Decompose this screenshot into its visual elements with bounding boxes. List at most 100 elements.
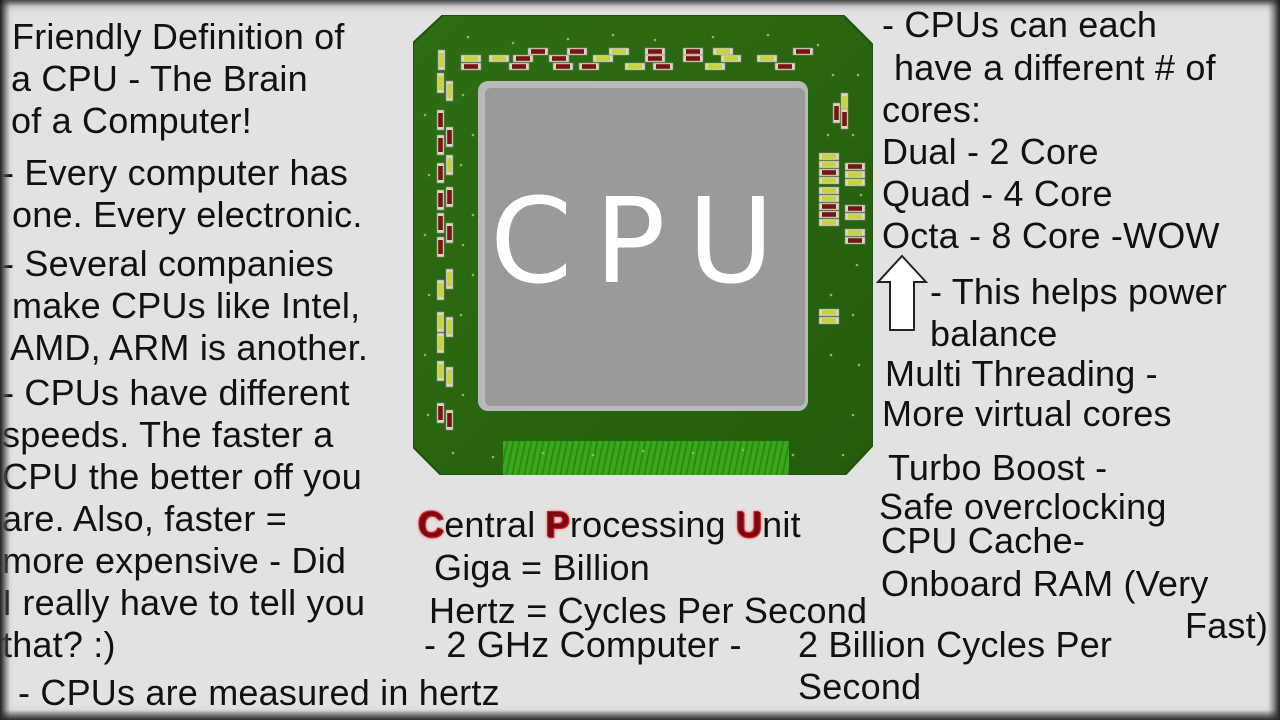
component-body: [848, 172, 862, 177]
component-body: [438, 364, 443, 378]
component-body: [724, 56, 738, 61]
solder-dot: [423, 113, 427, 117]
solder-dot: [641, 449, 645, 453]
cores-line-1: - CPUs can each: [882, 4, 1158, 45]
component-body: [516, 56, 530, 61]
component-body: [848, 230, 862, 235]
component-body: [438, 283, 443, 297]
multithreading-line-1: Multi Threading -: [885, 353, 1158, 394]
component-body: [447, 226, 452, 240]
solder-dot: [461, 393, 465, 397]
component-body: [822, 318, 836, 323]
acronym-rest-entral: entral: [444, 504, 546, 545]
component-body: [822, 212, 836, 217]
cores-line-3: cores:: [882, 89, 982, 130]
component-body: [438, 76, 443, 90]
solder-dot: [466, 35, 470, 39]
component-body: [447, 158, 452, 172]
solder-dot: [859, 193, 863, 197]
component-body: [438, 138, 443, 152]
chip-pins: [503, 441, 789, 475]
acronym-initial-c: C: [418, 504, 445, 545]
acronym-initial-u: U: [735, 504, 763, 545]
component-body: [822, 162, 836, 167]
core-type-dual: Dual - 2 Core: [882, 131, 1099, 172]
core-type-quad: Quad - 4 Core: [882, 173, 1113, 214]
component-body: [438, 216, 443, 230]
component-body: [708, 64, 722, 69]
title-line-2: a CPU - The Brain: [11, 58, 308, 99]
acronym-rest-rocessing: rocessing: [569, 504, 736, 545]
component-body: [760, 56, 774, 61]
solder-dot: [711, 35, 715, 39]
component-body: [447, 130, 452, 144]
component-body: [842, 96, 847, 110]
component-body: [447, 413, 452, 427]
title-line-1: Friendly Definition of: [12, 16, 345, 57]
component-body: [848, 180, 862, 185]
component-body: [447, 370, 452, 384]
component-body: [447, 190, 452, 204]
solder-dot: [766, 33, 770, 37]
point-companies-line-3: AMD, ARM is another.: [10, 327, 369, 368]
component-body: [438, 193, 443, 207]
point-every-computer-line-2: one. Every electronic.: [12, 194, 363, 235]
solder-dot: [423, 233, 427, 237]
component-body: [464, 64, 478, 69]
solder-dot: [461, 243, 465, 247]
top-edge-shadow: [0, 0, 1280, 6]
component-body: [447, 84, 452, 98]
solder-dot: [491, 455, 495, 459]
component-body: [596, 56, 610, 61]
component-body: [438, 315, 443, 329]
component-body: [822, 196, 836, 201]
power-balance-line-2: balance: [930, 313, 1058, 354]
solder-dot: [816, 43, 820, 47]
solder-dot: [691, 451, 695, 455]
component-body: [822, 178, 836, 183]
component-body: [686, 49, 700, 54]
component-body: [438, 406, 443, 420]
solder-dot: [427, 293, 431, 297]
solder-dot: [566, 37, 570, 41]
component-body: [552, 56, 566, 61]
component-body: [796, 49, 810, 54]
component-body: [582, 64, 596, 69]
component-body: [822, 204, 836, 209]
solder-dot: [653, 38, 657, 42]
cores-line-2: have a different # of: [894, 47, 1216, 88]
turbo-boost-line-1: Turbo Boost -: [888, 447, 1108, 488]
component-body: [628, 64, 642, 69]
component-body: [612, 49, 626, 54]
solder-dot: [423, 353, 427, 357]
component-body: [822, 188, 836, 193]
component-body: [778, 64, 792, 69]
solder-dot: [451, 451, 455, 455]
solder-dot: [856, 73, 860, 77]
component-body: [438, 113, 443, 127]
point-measured-in-hertz: - CPUs are measured in hertz: [18, 672, 500, 713]
title-line-3: of a Computer!: [11, 100, 252, 141]
component-body: [439, 53, 444, 67]
solder-dot: [851, 313, 855, 317]
component-body: [648, 56, 662, 61]
solder-dot: [426, 413, 430, 417]
point-speeds-line-1: - CPUs have different: [2, 372, 350, 413]
component-body: [447, 320, 452, 334]
left-edge-shadow: [0, 0, 10, 720]
solder-dot: [541, 451, 545, 455]
solder-dot: [459, 313, 463, 317]
component-body: [570, 49, 584, 54]
solder-dot: [791, 453, 795, 457]
power-balance-line-1: - This helps power: [930, 271, 1228, 312]
ghz-example-line-1: 2 Billion Cycles Per: [798, 624, 1113, 665]
ghz-example-line-2: Second: [798, 666, 922, 707]
point-companies-line-2: make CPUs like Intel,: [12, 285, 361, 326]
solder-dot: [829, 293, 833, 297]
component-body: [822, 154, 836, 159]
component-body: [438, 166, 443, 180]
component-body: [848, 206, 862, 211]
component-body: [822, 310, 836, 315]
cache-line-3: Fast): [1185, 605, 1269, 646]
solder-dot: [459, 163, 463, 167]
